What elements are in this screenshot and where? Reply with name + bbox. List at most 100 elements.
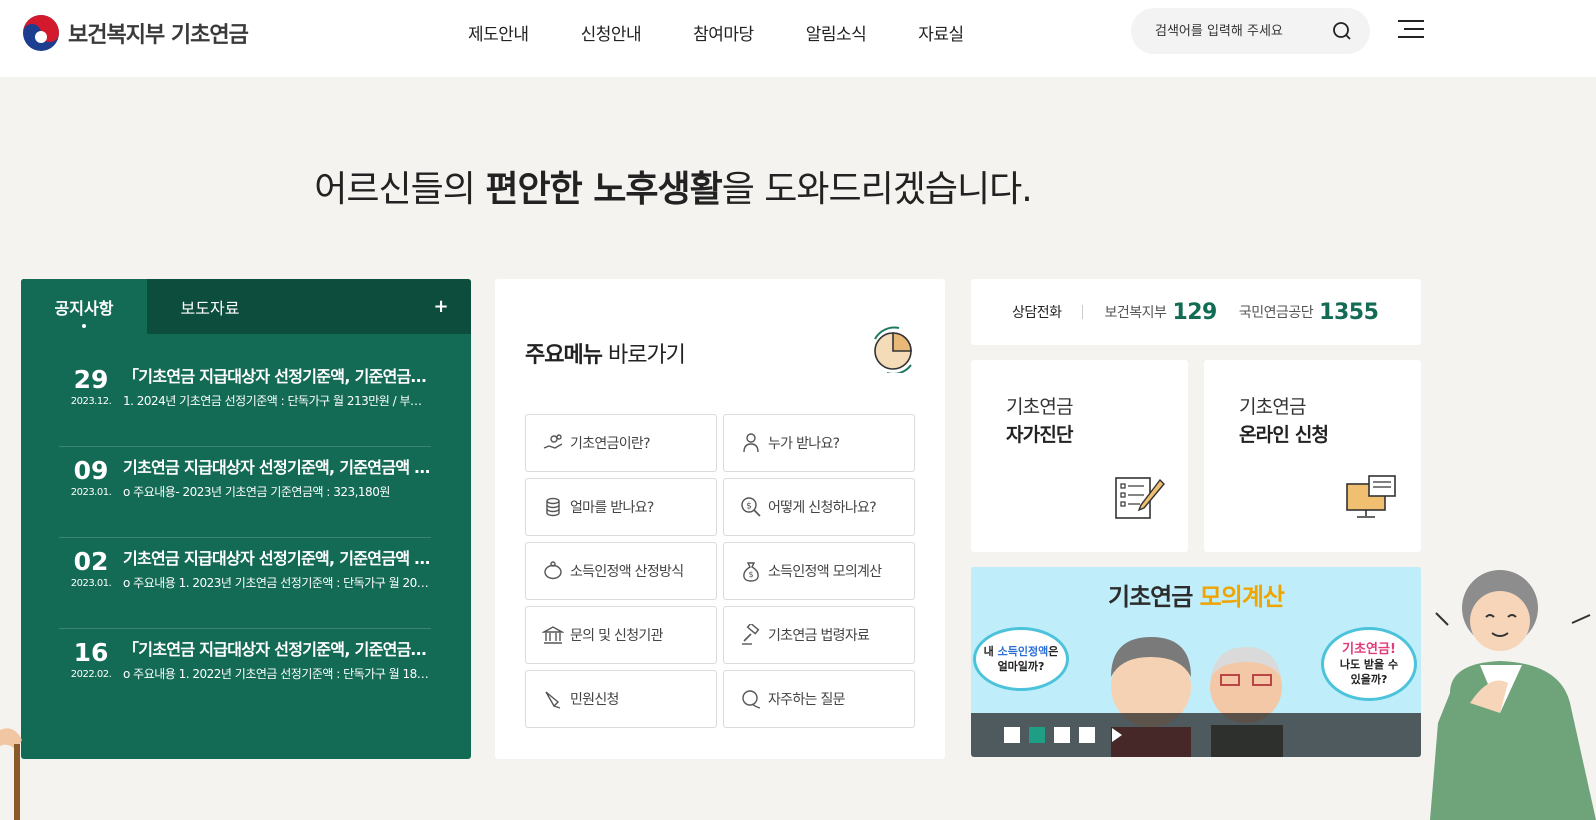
svg-text:$: $ xyxy=(746,502,752,512)
menu-income-method[interactable]: 소득인정액 산정방식 xyxy=(525,542,717,600)
checklist-pencil-icon xyxy=(1115,477,1165,519)
notice-date: 16 2022.02. xyxy=(59,639,123,720)
play-icon[interactable] xyxy=(1112,728,1122,742)
card-title: 자가진단 xyxy=(1006,424,1074,446)
notice-year-month: 2023.12. xyxy=(70,396,112,407)
nav-item-news[interactable]: 알림소식 xyxy=(806,20,867,45)
slide-dot-3[interactable] xyxy=(1054,727,1070,743)
menu-faq[interactable]: 자주하는 질문 xyxy=(723,670,915,728)
search-box xyxy=(1131,8,1370,54)
search-input[interactable] xyxy=(1155,23,1315,39)
menu-what-is-pension[interactable]: 기초연금이란? xyxy=(525,414,717,472)
menu-who-receives[interactable]: 누가 받나요? xyxy=(723,414,915,472)
menu-law-materials[interactable]: 기초연금 법령자료 xyxy=(723,606,915,664)
hotline-label: 상담전화 xyxy=(1012,305,1062,321)
bubble1-line1-post: 은 xyxy=(1048,645,1059,658)
notice-title[interactable]: 기초연금 지급대상자 선정기준액, 기준연금액 및 관련 고시 xyxy=(123,548,431,570)
online-apply-card[interactable]: 기초연금 온라인 신청 xyxy=(1204,360,1421,552)
hotline-org-nps: 국민연금공단 xyxy=(1238,305,1314,321)
pie-chart-icon xyxy=(874,326,912,373)
notice-year-month: 2022.02. xyxy=(70,669,112,680)
slide-dot-4[interactable] xyxy=(1079,727,1095,743)
notice-year-month: 2023.01. xyxy=(70,578,112,589)
notice-day: 09 xyxy=(73,456,109,485)
main-menu-title-bold: 주요메뉴 xyxy=(525,343,603,368)
notice-day: 16 xyxy=(73,638,109,667)
bubble2-line2: 나도 받을 수 xyxy=(1339,657,1399,671)
search-icon[interactable] xyxy=(1332,21,1352,41)
menu-label: 민원신청 xyxy=(570,692,619,708)
simulation-banner[interactable]: 기초연금 모의계산 내 소득인정액은 얼마일까? 기초연금! 나도 받을 수 있… xyxy=(971,567,1421,757)
menu-label: 기초연금이란? xyxy=(570,436,651,452)
piggy-bank-icon xyxy=(544,561,562,580)
bubble1-line2: 얼마일까? xyxy=(997,660,1045,673)
notice-title[interactable]: 기초연금 지급대상자 선정기준액, 기준연금액 및 관련 고시 xyxy=(123,457,431,479)
notice-desc: 1. 2024년 기초연금 선정기준액 : 단독가구 월 213만원 / 부부가… xyxy=(123,394,431,408)
menu-label: 문의 및 신청기관 xyxy=(570,628,663,644)
banner-bubble-eligibility: 기초연금! 나도 받을 수 있을까? xyxy=(1321,627,1417,701)
menu-how-much[interactable]: 얼마를 받나요? xyxy=(525,478,717,536)
menu-how-to-apply[interactable]: $ 어떻게 신청하나요? xyxy=(723,478,915,536)
hero-text-post: 을 도와드리겠습니다. xyxy=(721,169,1033,210)
menu-civil-petition[interactable]: 민원신청 xyxy=(525,670,717,728)
menu-inquiry-institution[interactable]: 문의 및 신청기관 xyxy=(525,606,717,664)
main-menu-panel: 주요메뉴 바로가기 기초연금이란? 누가 받나요? 얼마를 받나요? $ 어떻게… xyxy=(495,279,945,759)
more-plus-button[interactable]: + xyxy=(411,279,471,334)
notice-tabs: 공지사항 보도자료 + xyxy=(21,279,471,334)
person-icon xyxy=(743,433,759,453)
notice-item[interactable]: 29 2023.12. 「기초연금 지급대상자 선정기준액, 기준연금액 및 관… xyxy=(59,356,431,447)
bubble1-line1-highlight: 소득인정액 xyxy=(997,645,1049,658)
menu-label: 누가 받나요? xyxy=(768,436,840,452)
card-subtitle: 기초연금 xyxy=(1006,396,1074,418)
hotline-number-nps[interactable]: 1355 xyxy=(1319,300,1379,325)
notice-year-month: 2023.01. xyxy=(70,487,112,498)
banner-controls xyxy=(971,713,1421,757)
nav-item-application[interactable]: 신청안내 xyxy=(581,20,642,45)
hero-headline: 어르신들의 편안한 노후생활을 도와드리겠습니다. xyxy=(0,160,1131,212)
notice-title[interactable]: 「기초연금 지급대상자 선정기준액, 기준연금액 및 관련 고시 xyxy=(123,366,431,388)
slide-dot-2[interactable] xyxy=(1029,727,1045,743)
notice-desc: o 주요내용 1. 2023년 기초연금 선정기준액 : 단독가구 월 202만… xyxy=(123,576,431,590)
slide-dot-1[interactable] xyxy=(1004,727,1020,743)
nav-item-system[interactable]: 제도안내 xyxy=(468,20,529,45)
tab-press[interactable]: 보도자료 xyxy=(147,279,273,334)
computer-document-icon xyxy=(1346,475,1396,518)
nav-item-archive[interactable]: 자료실 xyxy=(918,20,964,45)
card-title: 온라인 신청 xyxy=(1239,424,1329,446)
hero-text-pre: 어르신들의 xyxy=(314,169,486,210)
menu-label: 얼마를 받나요? xyxy=(570,500,654,516)
money-bag-icon: $ xyxy=(743,562,759,582)
menu-label: 어떻게 신청하나요? xyxy=(768,500,877,516)
hamburger-menu-icon[interactable] xyxy=(1398,20,1424,42)
notice-body: 「기초연금 지급대상자 선정기준액, 기준연금액 및 관련 고시 1. 2024… xyxy=(123,366,431,446)
faq-icon xyxy=(742,690,761,709)
notice-body: 기초연금 지급대상자 선정기준액, 기준연금액 및 관련 고시 o 주요내용 1… xyxy=(123,548,431,628)
notice-body: 기초연금 지급대상자 선정기준액, 기준연금액 및 관련 고시 o 주요내용- … xyxy=(123,457,431,537)
menu-income-simulation[interactable]: $ 소득인정액 모의계산 xyxy=(723,542,915,600)
megaphone-icon xyxy=(545,691,561,709)
coins-hand-icon xyxy=(543,434,563,449)
tab-notice[interactable]: 공지사항 xyxy=(21,279,147,334)
elderly-woman-clapping-illustration xyxy=(1430,570,1596,820)
notice-title[interactable]: 「기초연금 지급대상자 선정기준액, 기준연금액 및 관련 고시 xyxy=(123,639,431,661)
self-diagnosis-card[interactable]: 기초연금 자가진단 xyxy=(971,360,1188,552)
institution-icon xyxy=(542,626,564,644)
notice-item[interactable]: 09 2023.01. 기초연금 지급대상자 선정기준액, 기준연금액 및 관련… xyxy=(59,447,431,538)
banner-bubble-income: 내 소득인정액은 얼마일까? xyxy=(973,627,1069,691)
menu-label: 소득인정액 모의계산 xyxy=(768,564,882,580)
notice-item[interactable]: 16 2022.02. 「기초연금 지급대상자 선정기준액, 기준연금액 및 관… xyxy=(59,629,431,720)
hotline-number-mohw[interactable]: 129 xyxy=(1172,300,1217,325)
bubble2-line3: 있을까? xyxy=(1350,672,1388,686)
menu-label: 소득인정액 산정방식 xyxy=(570,564,684,580)
gavel-icon xyxy=(742,624,760,645)
menu-label: 자주하는 질문 xyxy=(768,692,846,708)
site-logo[interactable]: 보건복지부 기초연금 xyxy=(22,14,249,52)
money-search-icon: $ xyxy=(741,497,761,517)
menu-label: 기초연금 법령자료 xyxy=(768,628,870,644)
notice-day: 29 xyxy=(73,365,109,394)
coin-stack-icon xyxy=(546,497,560,517)
main-nav: 제도안내 신청안내 참여마당 알림소식 자료실 xyxy=(468,20,1016,45)
nav-item-participation[interactable]: 참여마당 xyxy=(693,20,754,45)
svg-text:$: $ xyxy=(748,570,753,579)
notice-item[interactable]: 02 2023.01. 기초연금 지급대상자 선정기준액, 기준연금액 및 관련… xyxy=(59,538,431,629)
